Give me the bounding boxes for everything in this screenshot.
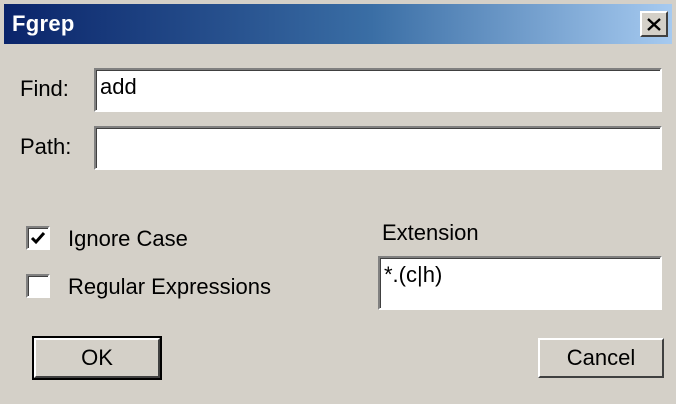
close-icon [647, 17, 661, 31]
regular-expressions-checkbox[interactable] [26, 274, 50, 298]
path-label: Path: [20, 134, 72, 159]
regular-expressions-label[interactable]: Regular Expressions [68, 274, 271, 300]
fgrep-dialog: Fgrep Find: add Path: Ignore Case Regula… [0, 0, 676, 404]
find-label: Find: [20, 76, 69, 101]
cancel-button[interactable]: Cancel [538, 338, 664, 378]
ignore-case-label[interactable]: Ignore Case [68, 226, 188, 252]
extension-label: Extension [382, 220, 479, 245]
ok-button[interactable]: OK [32, 336, 162, 380]
checkmark-icon [30, 232, 46, 245]
close-button[interactable] [640, 11, 668, 37]
title-bar[interactable]: Fgrep [4, 4, 672, 44]
extension-input[interactable]: *.(c|h) [378, 256, 662, 310]
window-title: Fgrep [12, 11, 75, 36]
path-input[interactable] [94, 126, 662, 170]
ignore-case-checkbox[interactable] [26, 226, 50, 250]
find-input[interactable]: add [94, 68, 662, 112]
